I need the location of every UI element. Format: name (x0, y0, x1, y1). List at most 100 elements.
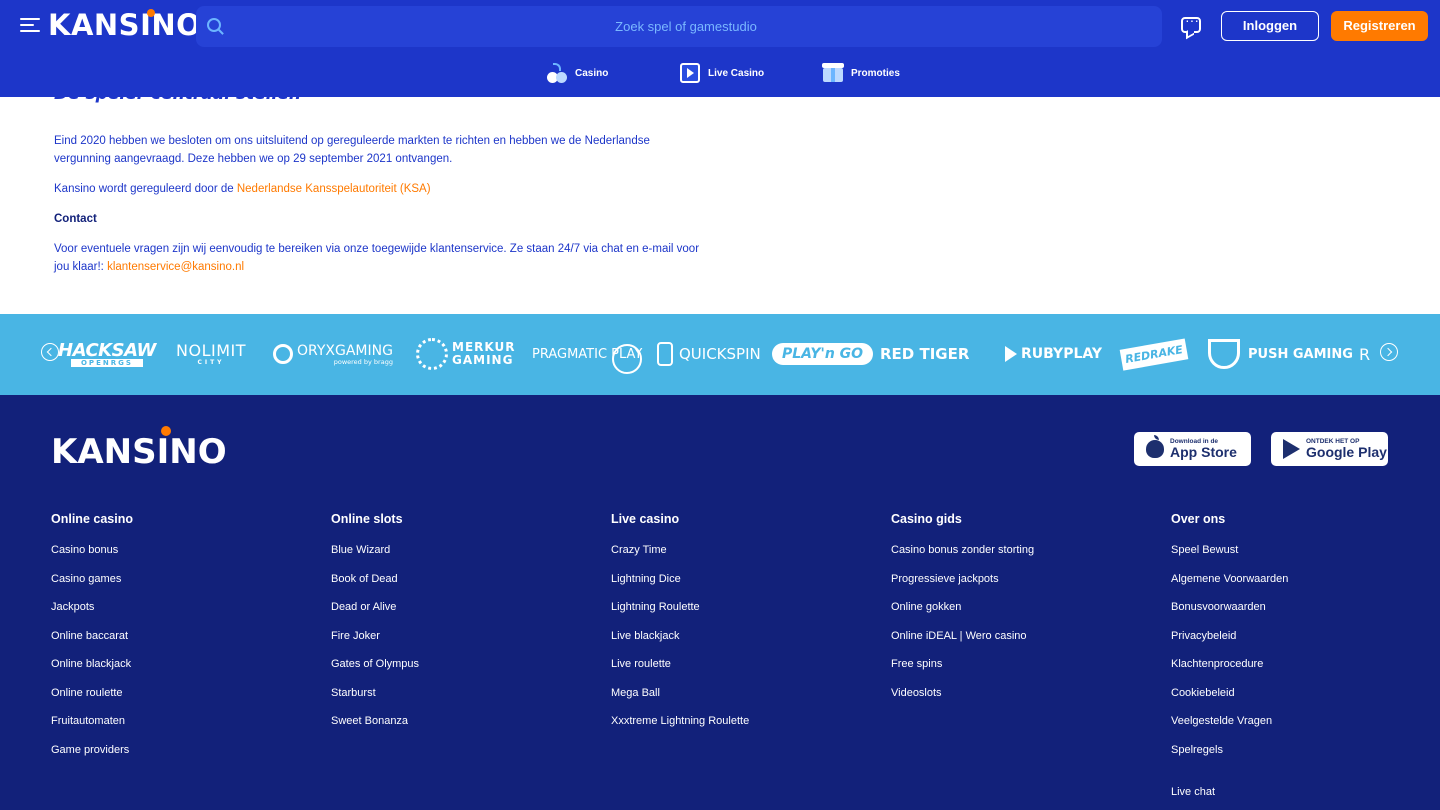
chat-icon[interactable] (1181, 12, 1201, 33)
provider-oryxgaming[interactable]: ORYXGAMING powered by bragg (273, 338, 393, 370)
footer-link[interactable]: Cookiebeleid (1171, 685, 1288, 714)
provider-quickspin[interactable]: QUICKSPIN (657, 338, 761, 370)
appstore-big-label: App Store (1170, 444, 1237, 461)
footer-link[interactable]: Spelregels (1171, 742, 1288, 771)
provider-playngo[interactable]: PLAY'n GO (772, 338, 874, 370)
app-store-button[interactable]: Download in de App Store (1134, 432, 1251, 466)
google-play-button[interactable]: ONTDEK HET OP Google Play (1271, 432, 1388, 466)
footer-column-title: Casino gids (891, 512, 962, 526)
pragmatic-circle-icon (612, 344, 643, 374)
footer-link[interactable]: Free spins (891, 656, 1034, 685)
google-play-icon (1283, 439, 1300, 459)
cherries-icon (547, 63, 567, 83)
footer-column-live-casino: Live casino Crazy Time Lightning Dice Li… (611, 512, 749, 742)
footer-link[interactable]: Casino games (51, 571, 133, 600)
footer-logo[interactable]: KANSINO (51, 426, 227, 472)
nav-casino-label: Casino (575, 67, 609, 79)
footer-link[interactable]: Mega Ball (611, 685, 749, 714)
nav-promoties-label: Promoties (851, 67, 900, 79)
footer-link[interactable]: Online baccarat (51, 628, 133, 657)
license-paragraph: Eind 2020 hebben we besloten om ons uits… (54, 135, 650, 165)
footer-link[interactable]: Fruitautomaten (51, 713, 133, 742)
footer-link[interactable]: Klachtenprocedure (1171, 656, 1288, 685)
footer-column-title: Live casino (611, 512, 680, 526)
footer-column-online-casino: Online casino Casino bonus Casino games … (51, 512, 133, 770)
footer-column-title: Over ons (1171, 512, 1226, 526)
kansino-logo[interactable]: KANSINO (48, 8, 201, 42)
footer-column-title: Online casino (51, 512, 133, 526)
footer-link[interactable]: Online iDEAL | Wero casino (891, 628, 1034, 657)
nav-casino[interactable]: Casino (547, 62, 608, 84)
about-content: De speler centraal stellen Eind 2020 heb… (0, 84, 1440, 314)
gift-icon (822, 63, 844, 82)
footer-link[interactable]: Lightning Roulette (611, 599, 749, 628)
footer-link[interactable]: Speel Bewust (1171, 542, 1288, 571)
apple-icon (1146, 435, 1164, 458)
footer-link[interactable]: Live blackjack (611, 628, 749, 657)
footer-link[interactable]: Game providers (51, 742, 133, 771)
register-button[interactable]: Registreren (1331, 11, 1428, 41)
footer-link[interactable]: Gates of Olympus (331, 656, 419, 685)
footer-link[interactable]: Veelgestelde Vragen (1171, 713, 1288, 742)
provider-redrake[interactable]: REDRAKE (1119, 337, 1189, 371)
oryx-logo-icon (273, 344, 293, 364)
menu-icon[interactable] (20, 16, 40, 34)
regulator-paragraph: Kansino wordt gereguleerd door de Nederl… (54, 183, 431, 195)
provider-merkur[interactable]: MERKUR GAMING (416, 338, 515, 370)
footer-link[interactable]: Online blackjack (51, 656, 133, 685)
footer-link[interactable]: Casino bonus zonder storting (891, 542, 1034, 571)
footer-link[interactable]: Bonusvoorwaarden (1171, 599, 1288, 628)
gplay-big-label: Google Play (1306, 444, 1387, 461)
search-icon[interactable] (207, 18, 221, 32)
nav-live-casino[interactable]: Live Casino (680, 62, 764, 84)
footer-link[interactable]: Book of Dead (331, 571, 419, 600)
footer-link[interactable]: Starburst (331, 685, 419, 714)
quickspin-q-icon (657, 342, 673, 366)
nav-live-casino-label: Live Casino (708, 67, 765, 79)
footer-link[interactable]: Crazy Time (611, 542, 749, 571)
footer-column-title: Online slots (331, 512, 403, 526)
footer-link[interactable]: Xxxtreme Lightning Roulette (611, 713, 749, 742)
ksa-link[interactable]: Nederlandse Kansspelautoriteit (KSA) (237, 183, 431, 195)
footer-link[interactable]: Privacybeleid (1171, 628, 1288, 657)
footer-link[interactable]: Blue Wizard (331, 542, 419, 571)
live-play-icon (680, 63, 700, 83)
footer-link[interactable]: Videoslots (891, 685, 1034, 714)
footer-column-over-ons: Over ons Speel Bewust Algemene Voorwaard… (1171, 512, 1288, 770)
footer-link[interactable]: Fire Joker (331, 628, 419, 657)
search-input[interactable] (236, 6, 1136, 47)
nav-promoties[interactable]: Promoties (822, 62, 900, 84)
live-chat-link[interactable]: Live chat (1171, 786, 1215, 798)
footer-link[interactable]: Dead or Alive (331, 599, 419, 628)
provider-partial[interactable]: R (1359, 338, 1370, 370)
provider-push-gaming[interactable]: PUSH GAMING (1208, 338, 1353, 370)
provider-rubyplay[interactable]: RUBYPLAY (1005, 338, 1102, 370)
carousel-next-icon[interactable] (1380, 343, 1398, 361)
contact-heading: Contact (54, 213, 97, 225)
footer-link[interactable]: Casino bonus (51, 542, 133, 571)
footer-link[interactable]: Jackpots (51, 599, 133, 628)
merkur-sun-icon (416, 338, 448, 370)
carousel-prev-icon[interactable] (41, 343, 59, 361)
provider-nolimit[interactable]: NOLIMIT CITY (176, 338, 246, 370)
rubyplay-arrow-icon (1005, 346, 1017, 362)
footer-link[interactable]: Sweet Bonanza (331, 713, 419, 742)
footer-link[interactable]: Algemene Voorwaarden (1171, 571, 1288, 600)
footer-link[interactable]: Lightning Dice (611, 571, 749, 600)
footer-link[interactable]: Online gokken (891, 599, 1034, 628)
provider-hacksaw[interactable]: HACKSAW OPENRGS (58, 338, 156, 370)
footer-link[interactable]: Live roulette (611, 656, 749, 685)
provider-pragmatic-play[interactable]: PRAGMATIC PLAY (532, 338, 643, 374)
footer-link[interactable]: Progressieve jackpots (891, 571, 1034, 600)
push-shield-icon (1208, 339, 1240, 369)
footer-link[interactable]: Online roulette (51, 685, 133, 714)
login-button[interactable]: Inloggen (1221, 11, 1319, 41)
providers-carousel: HACKSAW OPENRGS NOLIMIT CITY ORYXGAMING … (0, 314, 1440, 395)
footer-column-online-slots: Online slots Blue Wizard Book of Dead De… (331, 512, 419, 742)
contact-paragraph: Voor eventuele vragen zijn wij eenvoudig… (54, 243, 700, 273)
site-header: KANSINO Inloggen Registreren Casino Live… (0, 0, 1440, 97)
provider-red-tiger[interactable]: RED TIGER (880, 338, 969, 370)
email-link[interactable]: klantenservice@kansino.nl (107, 261, 244, 273)
search-bar[interactable] (196, 6, 1162, 47)
footer-column-casino-gids: Casino gids Casino bonus zonder storting… (891, 512, 1034, 713)
